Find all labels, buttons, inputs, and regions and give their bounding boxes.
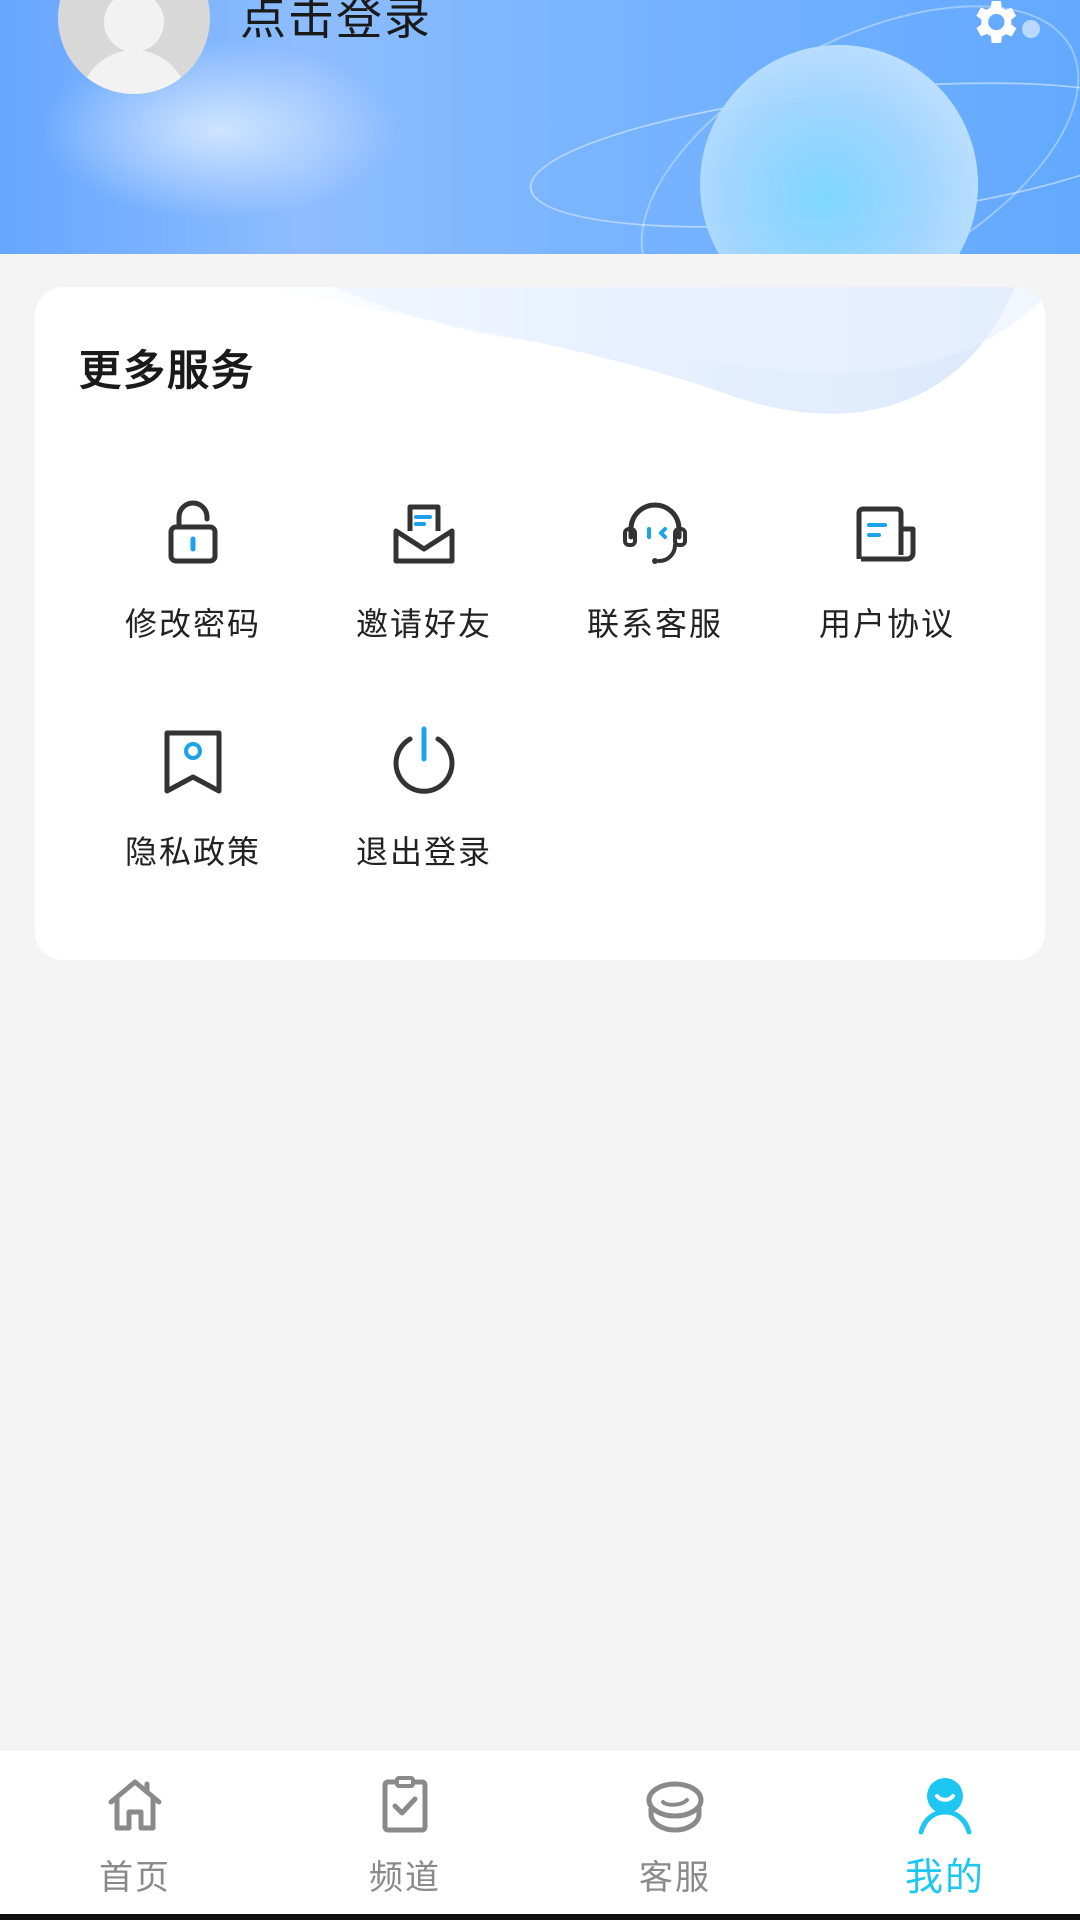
service-label: 用户协议 (818, 605, 955, 643)
service-label: 联系客服 (586, 605, 723, 643)
nav-label: 我的 (904, 1855, 985, 1899)
service-logout[interactable]: 退出登录 (324, 721, 524, 891)
more-services-card: 更多服务 修改密码 邀请好友 联系客服 用户协议 隐私政策 退出登录 (35, 287, 1045, 960)
service-label: 退出登录 (355, 833, 492, 871)
nav-home[interactable]: 首页 (0, 1750, 270, 1918)
service-change-password[interactable]: 修改密码 (93, 493, 293, 663)
profile-header: 点击登录 (0, 0, 1080, 254)
bookmark-icon (164, 730, 222, 794)
system-bottom-bar (0, 1914, 1080, 1920)
envelope-icon (393, 504, 455, 564)
nav-label: 频道 (369, 1858, 441, 1898)
headset-icon (623, 502, 687, 564)
nav-mine[interactable]: 我的 (810, 1750, 1080, 1918)
chat-icon (646, 1781, 704, 1833)
bottom-nav: 首页 频道 客服 我的 (0, 1749, 1080, 1920)
orbit-dot (1022, 20, 1040, 38)
document-icon (856, 506, 916, 562)
service-label: 邀请好友 (355, 605, 492, 643)
power-icon (393, 726, 455, 794)
home-icon (108, 1779, 162, 1831)
lock-icon (168, 500, 218, 564)
service-user-agreement[interactable]: 用户协议 (787, 493, 987, 663)
gear-icon (976, 1, 1017, 43)
user-icon (918, 1778, 972, 1835)
settings-button[interactable] (966, 0, 1022, 50)
service-invite-friends[interactable]: 邀请好友 (324, 493, 524, 663)
nav-label: 首页 (99, 1858, 171, 1898)
nav-label: 客服 (639, 1858, 711, 1898)
avatar-body (80, 50, 188, 94)
section-title: 更多服务 (79, 346, 256, 395)
login-link[interactable]: 点击登录 (240, 0, 432, 48)
avatar-head (104, 0, 164, 52)
service-contact-support[interactable]: 联系客服 (555, 493, 755, 663)
service-privacy-policy[interactable]: 隐私政策 (93, 721, 293, 891)
service-label: 修改密码 (124, 605, 261, 643)
service-label: 隐私政策 (124, 833, 261, 871)
clipboard-check-icon (382, 1776, 428, 1833)
nav-channel[interactable]: 频道 (270, 1750, 540, 1918)
nav-service[interactable]: 客服 (540, 1750, 810, 1918)
